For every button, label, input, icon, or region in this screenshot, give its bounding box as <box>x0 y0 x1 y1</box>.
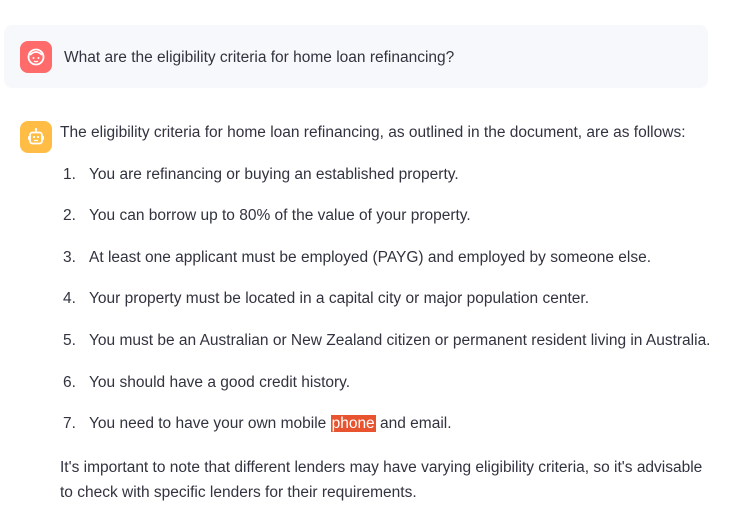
list-item-number: 1. <box>63 166 76 183</box>
user-avatar <box>20 41 52 73</box>
list-item: 4. Your property must be located in a ca… <box>60 288 720 310</box>
list-item: 5. You must be an Australian or New Zeal… <box>60 330 720 352</box>
text-before-highlight: You need to have your own mobile <box>89 415 331 432</box>
list-item-number: 2. <box>63 207 76 224</box>
list-item-text: You must be an Australian or New Zealand… <box>89 332 711 349</box>
robot-icon <box>28 128 44 145</box>
list-item: 1. You are refinancing or buying an esta… <box>60 164 720 186</box>
list-item-number: 4. <box>63 290 76 307</box>
list-item-text: You should have a good credit history. <box>89 374 351 391</box>
list-item-text: You need to have your own mobile phone a… <box>89 413 452 435</box>
list-item-number: 3. <box>63 249 76 266</box>
list-item-number: 6. <box>63 374 76 391</box>
list-item-text: You are refinancing or buying an establi… <box>89 166 459 183</box>
list-item-number: 5. <box>63 332 76 349</box>
user-message-text: What are the eligibility criteria for ho… <box>64 49 455 66</box>
list-item-text: Your property must be located in a capit… <box>89 290 590 307</box>
list-item: 2. You can borrow up to 80% of the value… <box>60 205 720 227</box>
assistant-outro-text: It's important to note that different le… <box>60 459 703 501</box>
list-item: 6. You should have a good credit history… <box>60 372 720 394</box>
list-item-number: 7. <box>63 415 76 432</box>
highlighted-word: phone <box>330 415 376 432</box>
list-item-text: You can borrow up to 80% of the value of… <box>89 207 471 224</box>
assistant-avatar <box>20 121 52 153</box>
list-item: 7. You need to have your own mobile phon… <box>60 413 720 435</box>
user-face-icon <box>27 48 45 66</box>
list-item-text: At least one applicant must be employed … <box>89 249 652 266</box>
user-message: What are the eligibility criteria for ho… <box>4 25 708 88</box>
list-item: 3. At least one applicant must be employ… <box>60 247 720 269</box>
assistant-intro-text: The eligibility criteria for home loan r… <box>60 124 686 141</box>
text-after-highlight: and email. <box>375 415 452 432</box>
